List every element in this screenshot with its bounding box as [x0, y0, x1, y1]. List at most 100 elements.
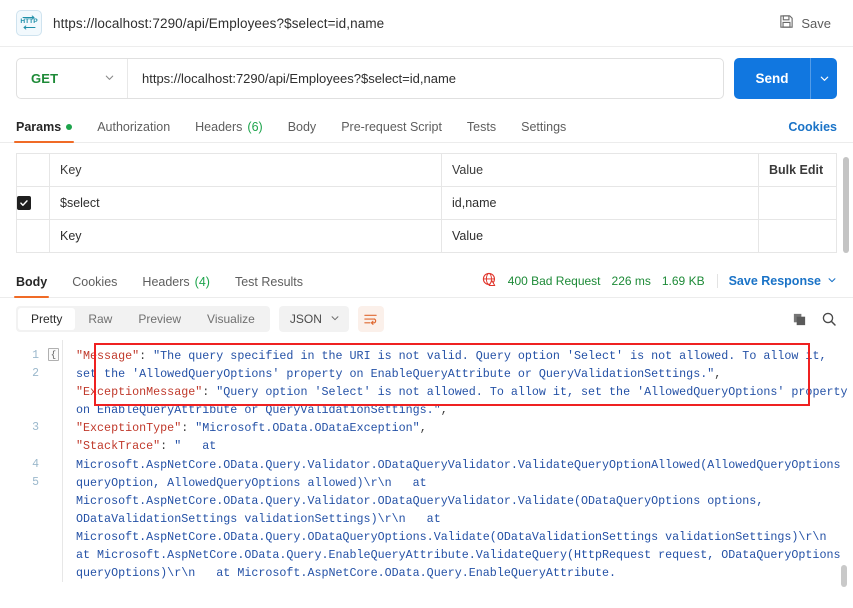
json-string: " at Microsoft.AspNetCore.OData.Query.Va…	[76, 439, 848, 581]
row-checkbox-cell-empty	[16, 219, 50, 253]
params-panel: Key Value Bulk Edit $select id,name Key …	[0, 143, 853, 253]
line-number: 2	[32, 367, 39, 381]
tab-headers-label: Headers	[195, 120, 243, 134]
json-key: "StackTrace"	[76, 439, 161, 454]
view-mode-preview[interactable]: Preview	[125, 308, 194, 330]
search-icon[interactable]	[821, 311, 837, 327]
line-number: 4	[32, 457, 39, 471]
response-tab-body[interactable]: Body	[13, 275, 50, 298]
response-body-viewer[interactable]: 1 2 3 4 5 { "Message": "The query specif…	[0, 340, 853, 608]
table-header-row: Key Value Bulk Edit	[16, 153, 837, 187]
chevron-down-icon	[104, 70, 115, 88]
gutter-divider	[62, 340, 63, 583]
tab-pre-request-script[interactable]: Pre-request Script	[341, 120, 442, 142]
url-bar-row: GET https://localhost:7290/api/Employees…	[0, 47, 853, 111]
cookies-link[interactable]: Cookies	[788, 120, 837, 142]
param-enabled-checkbox[interactable]	[17, 196, 31, 211]
status-badge: 400 Bad Request	[507, 274, 601, 288]
header-checkbox-cell	[16, 153, 50, 187]
json-key: "ExceptionMessage"	[76, 385, 203, 400]
response-size: 1.69 KB	[661, 274, 705, 288]
tab-params[interactable]: Params	[13, 120, 75, 143]
json-key: "ExceptionType"	[76, 421, 182, 436]
tab-body[interactable]: Body	[288, 120, 317, 142]
response-tab-headers[interactable]: Headers (4)	[142, 275, 210, 297]
request-header-bar: HTTP https://localhost:7290/api/Employee…	[0, 0, 853, 47]
view-mode-visualize[interactable]: Visualize	[194, 308, 268, 330]
json-code-content: "Message": "The query specified in the U…	[62, 340, 853, 582]
tab-authorization-label: Authorization	[97, 120, 171, 134]
url-input-group: GET https://localhost:7290/api/Employees…	[16, 58, 724, 99]
response-tab-headers-label: Headers	[142, 275, 190, 289]
json-punct: :	[202, 385, 217, 400]
response-tab-test-results-label: Test Results	[234, 275, 304, 289]
param-value-cell[interactable]: id,name	[441, 186, 759, 220]
copy-icon[interactable]	[792, 312, 807, 327]
param-value-input-empty[interactable]: Value	[441, 219, 759, 253]
view-mode-raw[interactable]: Raw	[75, 308, 125, 330]
save-response-label: Save Response	[728, 274, 821, 288]
header-key: Key	[49, 153, 442, 187]
json-punct: :	[181, 421, 196, 436]
json-punct: :	[160, 439, 175, 454]
response-tab-test-results[interactable]: Test Results	[235, 275, 303, 297]
json-punct: ,	[440, 403, 448, 418]
word-wrap-icon[interactable]	[357, 306, 384, 332]
row-actions-cell	[758, 186, 837, 220]
json-string: "Microsoft.OData.ODataException"	[195, 421, 420, 436]
header-actions: Save	[773, 10, 837, 36]
tab-headers-count: (6)	[247, 120, 263, 134]
request-tabs: Params Authorization Headers (6) Body Pr…	[0, 111, 853, 143]
save-button[interactable]: Save	[773, 10, 837, 36]
line-number: 3	[32, 421, 39, 435]
bulk-edit-button[interactable]: Bulk Edit	[769, 163, 823, 177]
fold-brace-marker[interactable]: {	[48, 348, 59, 361]
response-toolbar-actions	[792, 311, 837, 327]
response-toolbar: Pretty Raw Preview Visualize JSON	[0, 298, 853, 340]
tab-pre-request-script-label: Pre-request Script	[341, 120, 442, 134]
json-punct: ,	[714, 367, 722, 382]
line-number: 5	[32, 475, 39, 489]
send-options-caret[interactable]	[810, 58, 837, 99]
tab-tests-label: Tests	[466, 120, 497, 134]
row-actions-cell-empty	[758, 219, 837, 253]
tab-params-label: Params	[16, 120, 62, 134]
chevron-down-icon	[330, 312, 340, 326]
tab-settings-label: Settings	[521, 120, 567, 134]
params-scrollbar[interactable]	[843, 157, 849, 253]
tab-headers[interactable]: Headers (6)	[195, 120, 263, 142]
code-fold-column: {	[46, 340, 62, 582]
json-punct: :	[139, 349, 154, 363]
header-value: Value	[441, 153, 759, 187]
line-number: 1	[32, 349, 39, 362]
view-mode-switch: Pretty Raw Preview Visualize	[16, 306, 270, 332]
line-number-gutter: 1 2 3 4 5	[16, 340, 46, 582]
response-format-label: JSON	[289, 312, 322, 326]
chevron-down-icon	[820, 76, 828, 81]
query-params-table: Key Value Bulk Edit $select id,name Key …	[16, 153, 837, 253]
method-selector[interactable]: GET	[17, 59, 128, 98]
response-format-selector[interactable]: JSON	[278, 306, 349, 332]
tab-settings[interactable]: Settings	[521, 120, 566, 142]
view-mode-pretty[interactable]: Pretty	[18, 308, 76, 330]
tab-body-label: Body	[287, 120, 317, 134]
param-key-cell[interactable]: $select	[49, 186, 442, 220]
send-button-group[interactable]: Send	[734, 58, 837, 99]
save-response-button[interactable]: Save Response	[716, 274, 837, 288]
floppy-disk-icon	[779, 14, 794, 32]
param-key-input-empty[interactable]: Key	[49, 219, 442, 253]
send-button[interactable]: Send	[734, 58, 810, 99]
chevron-down-icon	[827, 274, 837, 288]
table-row: Key Value	[16, 219, 837, 253]
response-status-group: 400 Bad Request 226 ms 1.69 KB Save Resp…	[482, 272, 837, 297]
response-tab-cookies[interactable]: Cookies	[72, 275, 117, 297]
response-tab-headers-count: (4)	[194, 275, 210, 289]
url-input[interactable]: https://localhost:7290/api/Employees?$se…	[128, 71, 723, 86]
save-button-label: Save	[801, 15, 831, 31]
code-scrollbar[interactable]	[841, 565, 847, 587]
globe-warning-icon	[482, 272, 497, 290]
tab-authorization[interactable]: Authorization	[97, 120, 170, 142]
tab-tests[interactable]: Tests	[467, 120, 496, 142]
http-icon: HTTP	[16, 10, 42, 36]
response-tab-cookies-label: Cookies	[72, 275, 118, 289]
